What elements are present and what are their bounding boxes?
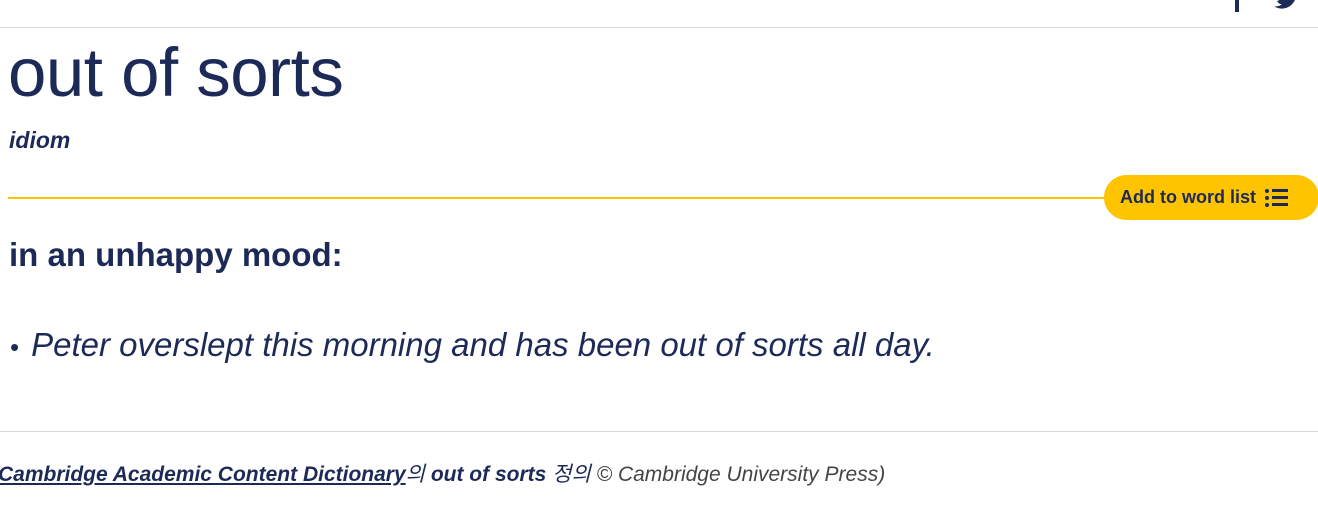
headword: out of sorts: [8, 34, 344, 111]
source-suffix: 정의: [552, 463, 591, 486]
list-icon: [1264, 188, 1288, 207]
part-of-speech: idiom: [9, 127, 71, 153]
example-text: Peter overslept this morning and has bee…: [31, 326, 935, 363]
twitter-icon[interactable]: [1274, 0, 1300, 12]
example-sentence: • Peter overslept this morning and has b…: [10, 326, 935, 368]
source-term: out of sorts: [430, 463, 547, 486]
sense-divider: [8, 197, 1118, 199]
share-icons: [1230, 0, 1300, 12]
dictionary-link[interactable]: Cambridge Academic Content Dictionary: [0, 463, 406, 486]
example-bullet: •: [10, 332, 20, 362]
definition: in an unhappy mood:: [9, 236, 343, 273]
facebook-icon[interactable]: [1230, 0, 1244, 12]
bottom-divider: [0, 431, 1318, 432]
add-to-word-list-button[interactable]: Add to word list: [1104, 175, 1318, 220]
source-particle: 의: [405, 463, 425, 486]
add-to-word-list-label: Add to word list: [1120, 187, 1256, 207]
source-attribution: Cambridge Academic Content Dictionary의 o…: [0, 458, 885, 488]
copyright-text: © Cambridge University Press): [596, 463, 886, 486]
top-divider: [0, 27, 1318, 28]
